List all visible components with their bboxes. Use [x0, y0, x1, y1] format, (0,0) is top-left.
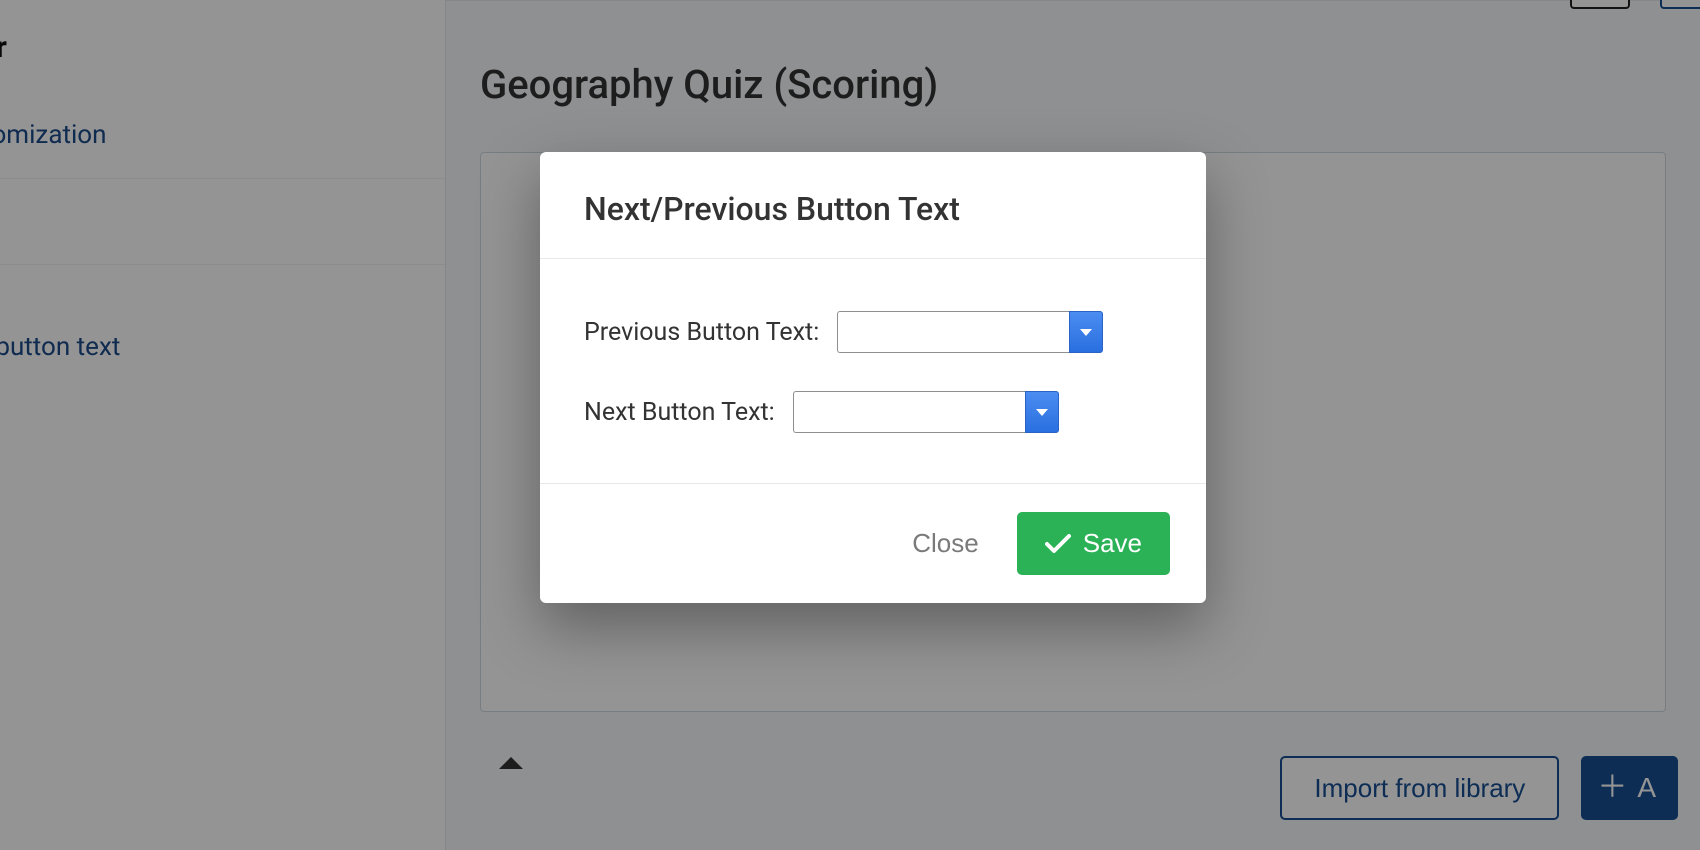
modal-header: Next/Previous Button Text [540, 152, 1206, 259]
chevron-down-icon [1036, 409, 1048, 416]
next-button-text-row: Next Button Text: [584, 391, 1162, 433]
modal-title: Next/Previous Button Text [584, 190, 1162, 228]
save-button[interactable]: Save [1017, 512, 1170, 575]
modal-footer: Close Save [540, 483, 1206, 603]
next-button-text-input[interactable] [793, 391, 1025, 433]
previous-button-text-combo [837, 311, 1103, 353]
chevron-down-icon [1080, 329, 1092, 336]
previous-button-text-input[interactable] [837, 311, 1069, 353]
close-button[interactable]: Close [912, 528, 978, 559]
next-button-text-label: Next Button Text: [584, 398, 775, 427]
button-text-modal: Next/Previous Button Text Previous Butto… [540, 152, 1206, 603]
check-icon [1045, 534, 1071, 554]
next-button-text-dropdown[interactable] [1025, 391, 1059, 433]
previous-button-text-label: Previous Button Text: [584, 318, 819, 347]
previous-button-text-row: Previous Button Text: [584, 311, 1162, 353]
save-button-label: Save [1083, 528, 1142, 559]
modal-body: Previous Button Text: Next Button Text: [540, 259, 1206, 483]
next-button-text-combo [793, 391, 1059, 433]
app-root: avior randomization erge ious button tex… [0, 0, 1700, 850]
previous-button-text-dropdown[interactable] [1069, 311, 1103, 353]
